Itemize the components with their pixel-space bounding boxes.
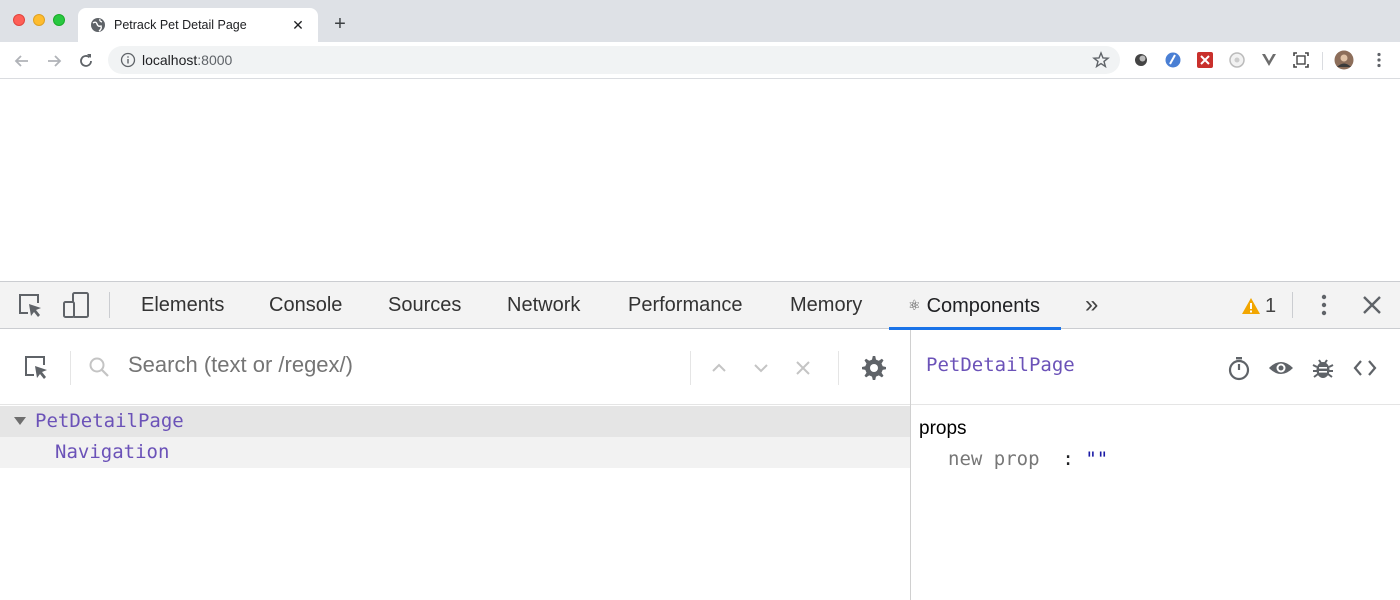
expand-triangle-icon[interactable] (14, 417, 26, 425)
back-arrow-icon[interactable] (12, 51, 32, 71)
chevron-up-icon[interactable] (708, 357, 730, 379)
search-separator (70, 351, 71, 385)
warning-count: 1 (1265, 294, 1277, 317)
inspect-element-icon[interactable] (16, 291, 44, 319)
warning-icon (1242, 298, 1260, 314)
tab-network[interactable]: Network (507, 282, 580, 329)
warning-counter[interactable]: 1 (1241, 293, 1276, 319)
browser-tab[interactable]: Petrack Pet Detail Page ✕ (78, 8, 318, 42)
minimize-window-button[interactable] (33, 14, 45, 26)
close-window-button[interactable] (13, 14, 25, 26)
search-input[interactable] (128, 352, 668, 378)
component-tree-pane: PetDetailPage Navigation (0, 330, 910, 600)
reload-icon[interactable] (76, 51, 96, 71)
stopwatch-icon[interactable] (1226, 355, 1252, 381)
new-tab-button[interactable]: + (330, 13, 350, 35)
devtools-separator (1292, 292, 1293, 318)
vue-devtools-icon[interactable] (1260, 51, 1278, 69)
tree-row-petdetailpage[interactable]: PetDetailPage (0, 406, 910, 437)
forward-arrow-icon[interactable] (44, 51, 64, 71)
tree-row-label: PetDetailPage (35, 410, 184, 432)
component-inspector-pane: PetDetailPage props new prop : "" (911, 330, 1400, 600)
extension-red-icon[interactable] (1196, 51, 1214, 69)
prop-value[interactable]: "" (1085, 448, 1108, 470)
react-icon: ⚛ (908, 297, 921, 313)
tab-close-icon[interactable]: ✕ (290, 17, 306, 34)
tab-title: Petrack Pet Detail Page (114, 18, 247, 32)
devtools-separator (109, 292, 110, 318)
toolbar-divider (1322, 52, 1323, 70)
browser-menu-icon[interactable] (1370, 51, 1388, 69)
inspector-header: PetDetailPage (911, 330, 1400, 405)
props-section-title: props (919, 418, 967, 439)
prop-key[interactable]: new prop (948, 448, 1040, 470)
tree-row-navigation[interactable]: Navigation (0, 437, 910, 468)
extension-blue-icon[interactable] (1164, 51, 1182, 69)
info-icon[interactable] (120, 52, 136, 68)
page-viewport (0, 80, 1400, 281)
selected-component-name: PetDetailPage (926, 354, 1075, 376)
more-tabs-icon[interactable]: » (1085, 282, 1098, 329)
search-icon (89, 357, 109, 377)
extension-circle-icon[interactable] (1132, 51, 1150, 69)
bug-icon[interactable] (1310, 355, 1336, 381)
extension-gray-circle-icon[interactable] (1228, 51, 1246, 69)
gear-icon[interactable] (861, 355, 887, 381)
tab-components[interactable]: ⚛ Components (889, 282, 1061, 330)
tab-memory[interactable]: Memory (790, 282, 862, 329)
address-bar[interactable]: localhost :8000 (108, 46, 1120, 74)
browser-tab-strip: Petrack Pet Detail Page ✕ + (0, 0, 1400, 42)
tab-sources[interactable]: Sources (388, 282, 461, 329)
devtools-menu-icon[interactable] (1310, 291, 1338, 319)
bookmark-star-icon[interactable] (1092, 51, 1110, 69)
screenshot-icon[interactable] (1292, 51, 1310, 69)
profile-avatar[interactable] (1334, 50, 1354, 70)
maximize-window-button[interactable] (53, 14, 65, 26)
browser-toolbar: localhost :8000 (0, 42, 1400, 79)
tab-console[interactable]: Console (269, 282, 342, 329)
view-source-icon[interactable] (1352, 355, 1378, 381)
url-host: localhost (142, 52, 198, 68)
devtools-panel: Elements Console Sources Network Perform… (0, 281, 1400, 600)
url-port: :8000 (197, 52, 233, 68)
search-separator (690, 351, 691, 385)
tab-elements[interactable]: Elements (141, 282, 224, 329)
tree-search-bar (0, 330, 910, 405)
device-toolbar-icon[interactable] (62, 291, 90, 319)
clear-search-icon[interactable] (792, 357, 814, 379)
prop-row[interactable]: new prop : "" (948, 448, 1108, 470)
close-devtools-icon[interactable] (1358, 291, 1386, 319)
devtools-tab-bar: Elements Console Sources Network Perform… (0, 282, 1400, 330)
select-component-icon[interactable] (22, 353, 50, 381)
prop-colon: : (1062, 448, 1074, 470)
globe-icon (91, 18, 105, 32)
search-separator (838, 351, 839, 385)
tab-components-label: Components (926, 295, 1040, 317)
tree-row-label: Navigation (55, 441, 170, 463)
eye-icon[interactable] (1268, 355, 1294, 381)
chevron-down-icon[interactable] (750, 357, 772, 379)
tab-performance[interactable]: Performance (628, 282, 743, 329)
